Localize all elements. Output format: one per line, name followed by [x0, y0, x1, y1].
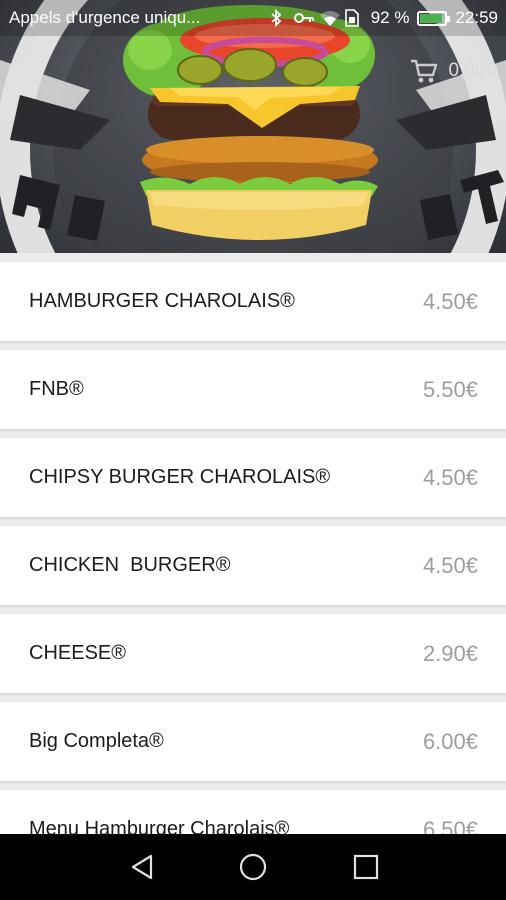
back-button[interactable]: [122, 847, 162, 887]
header-banner: Appels d'urgence uniqu... 92 % 22:59 0,0…: [0, 0, 506, 253]
navigation-bar: [0, 834, 506, 900]
menu-item-name: CHEESE®: [29, 642, 126, 664]
menu-item-name: Menu Hamburger Charolais®: [29, 818, 290, 834]
menu-item-price: 6.50€: [422, 817, 478, 834]
menu-item-price: 4.50€: [422, 289, 478, 314]
menu-item[interactable]: CHEESE® 2.90€: [0, 614, 506, 693]
menu-item-name: Big Completa®: [29, 730, 164, 752]
menu-list: HAMBURGER CHAROLAIS® 4.50€ FNB® 5.50€ CHIPSY…: [0, 262, 506, 834]
key-icon: [293, 9, 314, 27]
home-button[interactable]: [233, 847, 273, 887]
carrier-text: Appels d'urgence uniqu...: [9, 8, 201, 27]
menu-item[interactable]: HAMBURGER CHAROLAIS® 4.50€: [0, 262, 506, 341]
burger-photo: [0, 0, 506, 253]
menu-item[interactable]: CHICKEN BURGER® 4.50€: [0, 526, 506, 605]
battery-percent: 92 %: [370, 8, 410, 27]
menu-item[interactable]: FNB® 5.50€: [0, 350, 506, 429]
battery-icon: [417, 10, 451, 26]
menu-item-name: FNB®: [29, 378, 84, 400]
recents-button[interactable]: [346, 847, 386, 887]
clock: 22:59: [455, 8, 498, 27]
menu-item-price: 5.50€: [422, 377, 478, 402]
menu-item-price: 2.90€: [422, 641, 478, 666]
menu-item[interactable]: CHIPSY BURGER CHAROLAIS® 4.50€: [0, 438, 506, 517]
home-icon: [239, 853, 267, 881]
menu-item-price: 4.50€: [422, 553, 478, 578]
menu-item[interactable]: Big Completa® 6.00€: [0, 702, 506, 781]
wifi-icon: [319, 9, 340, 27]
status-bar: Appels d'urgence uniqu... 92 % 22:59: [0, 0, 506, 36]
back-icon: [131, 854, 153, 880]
menu-item-name: HAMBURGER CHAROLAIS®: [29, 290, 295, 312]
menu-item-name: CHIPSY BURGER CHAROLAIS®: [29, 466, 331, 488]
menu-item[interactable]: Menu Hamburger Charolais® 6.50€: [0, 790, 506, 834]
cart-button[interactable]: 0,00€: [410, 58, 496, 84]
menu-item-price: 4.50€: [422, 465, 478, 490]
recents-icon: [353, 854, 379, 880]
cart-icon: [411, 59, 438, 83]
sim-icon: [344, 9, 363, 27]
bluetooth-icon: [267, 9, 285, 27]
menu-item-name: CHICKEN BURGER®: [29, 554, 231, 576]
cart-total: 0,00€: [448, 60, 496, 81]
menu-item-price: 6.00€: [422, 729, 478, 754]
